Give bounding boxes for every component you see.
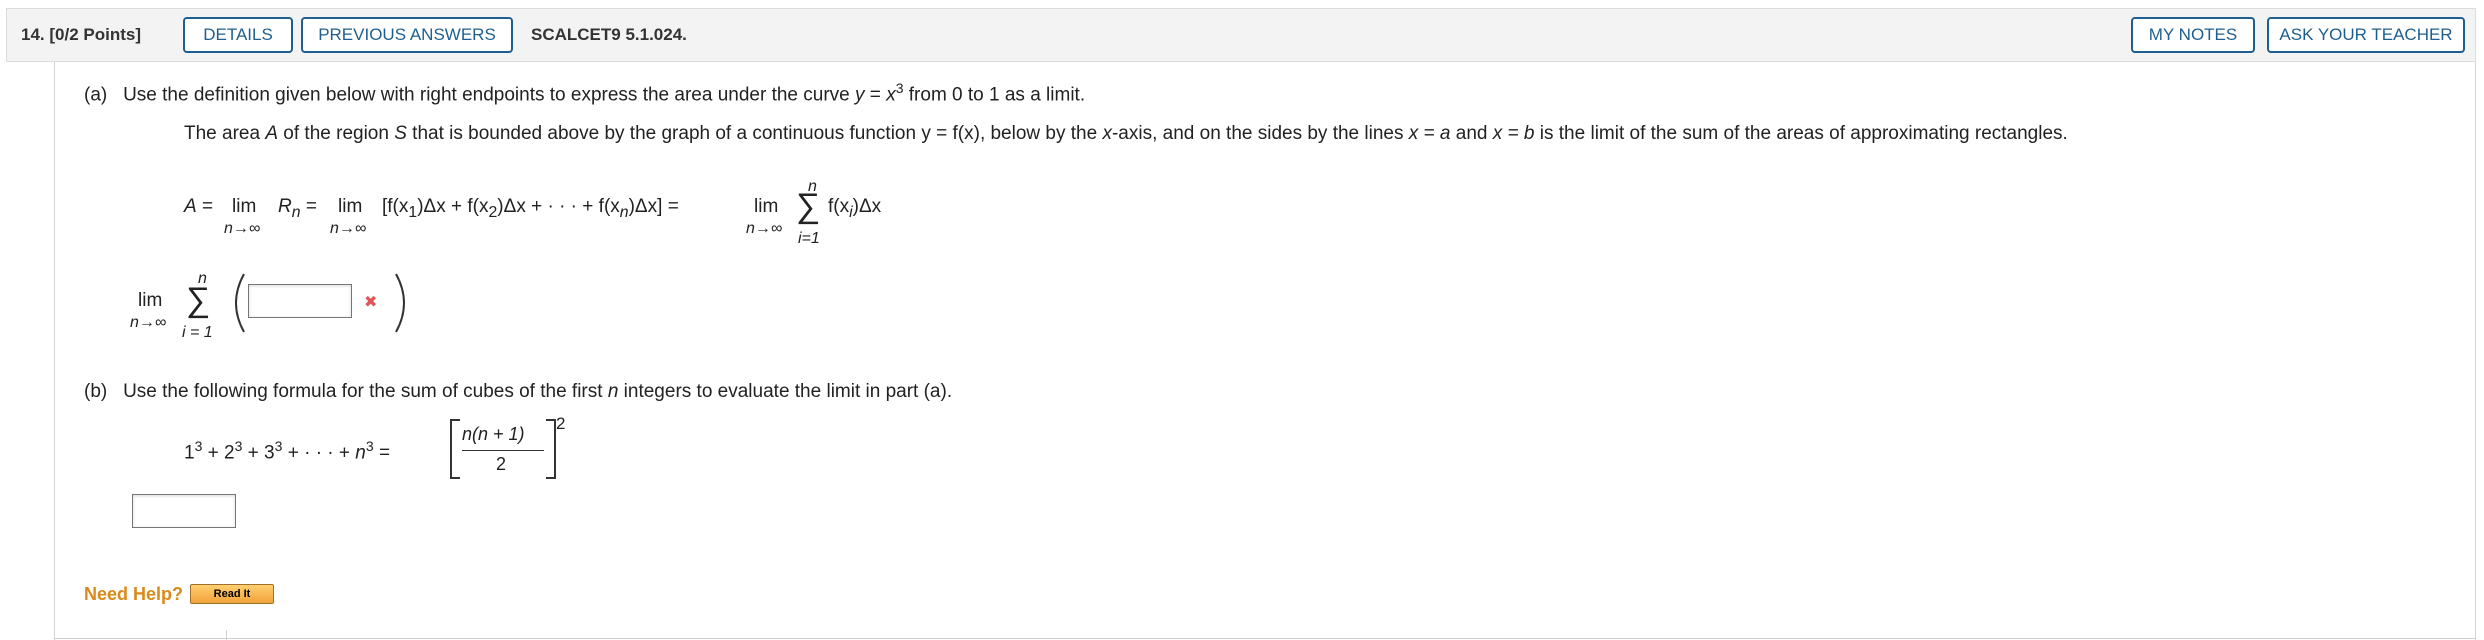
def-text-2: of the region bbox=[278, 123, 395, 144]
question-points: 14. [0/2 Points] bbox=[21, 25, 141, 45]
formula-lim-1-sub: n→∞ bbox=[224, 220, 261, 237]
question-body bbox=[54, 62, 2476, 640]
formula-sum-3: )Δx + · · · + f(x bbox=[497, 196, 620, 217]
part-b-label: (b) bbox=[84, 381, 108, 402]
def-function: y = f(x) bbox=[921, 123, 980, 144]
part-b-text-after: integers to evaluate the limit in part (… bbox=[623, 381, 953, 402]
fraction-bar bbox=[462, 450, 544, 451]
formula-eq3: = bbox=[667, 196, 679, 217]
formula-lim-2-sub: n→∞ bbox=[330, 220, 367, 237]
part-a-answer-input[interactable] bbox=[248, 284, 352, 318]
question-number: 14. bbox=[21, 25, 45, 44]
need-help-label: Need Help? bbox=[84, 584, 184, 604]
question-reference: SCALCET9 5.1.024. bbox=[531, 25, 687, 44]
part-b-n: n bbox=[607, 381, 619, 402]
def-text-7: is the limit of the sum of the areas of … bbox=[1534, 123, 2068, 144]
formula-lim-2: lim bbox=[338, 196, 363, 217]
def-text-4: , below by the bbox=[979, 123, 1103, 144]
formula-Rn-sub: n bbox=[291, 203, 301, 221]
formula-sum-1: [f(x bbox=[382, 196, 409, 217]
formula-sum-4: )Δx] bbox=[628, 196, 663, 217]
formula-A: A bbox=[184, 196, 197, 217]
left-bracket bbox=[450, 419, 460, 479]
def-text-6: and bbox=[1450, 123, 1493, 144]
def-A: A bbox=[265, 123, 279, 144]
divider bbox=[54, 638, 2476, 639]
formula-sub-2: 2 bbox=[488, 203, 498, 221]
my-notes-button[interactable]: MY NOTES bbox=[2131, 17, 2255, 53]
formula-sub-1: 1 bbox=[408, 203, 418, 221]
previous-answers-button[interactable]: PREVIOUS ANSWERS bbox=[301, 17, 513, 53]
def-text-5: -axis, and on the sides by the lines bbox=[1111, 123, 1409, 144]
answer-lim: lim bbox=[138, 290, 163, 311]
curve-var: y bbox=[855, 84, 865, 106]
formula-lim-1: lim bbox=[232, 196, 257, 217]
def-text-3: that is bounded above by the graph of a … bbox=[406, 123, 922, 144]
part-a-text-before: Use the definition given below with righ… bbox=[123, 84, 850, 106]
def-text-1: The area bbox=[184, 123, 266, 144]
def-xb: x = b bbox=[1492, 123, 1535, 144]
right-paren bbox=[395, 273, 405, 333]
incorrect-icon: ✖ bbox=[364, 294, 378, 311]
formula-sub-n: n bbox=[619, 203, 629, 221]
formula-term-end: )Δx bbox=[852, 196, 882, 217]
formula-lim-3-sub: n→∞ bbox=[746, 220, 783, 237]
part-b-instruction: (b) Use the following formula for the su… bbox=[84, 381, 952, 403]
cubes-denominator: 2 bbox=[496, 454, 507, 474]
formula-sigma: ∑ bbox=[796, 187, 821, 225]
cubes-1: 1 bbox=[184, 442, 195, 464]
formula-eq1: = bbox=[201, 196, 214, 217]
def-S: S bbox=[394, 123, 407, 144]
curve-expr: x bbox=[886, 84, 896, 106]
divider-tick bbox=[226, 630, 227, 640]
cubes-eq: = bbox=[373, 442, 391, 464]
curve-exp: 3 bbox=[895, 80, 904, 96]
cubes-n-exp: 3 bbox=[365, 438, 374, 454]
def-xaxis: x bbox=[1102, 123, 1112, 144]
formula-eq2: = bbox=[305, 196, 317, 217]
answer-sigma-bottom: i = 1 bbox=[182, 324, 213, 341]
def-xa: x = a bbox=[1408, 123, 1451, 144]
cubes-dots: + · · · + bbox=[282, 442, 356, 464]
ask-your-teacher-button[interactable]: ASK YOUR TEACHER bbox=[2267, 17, 2465, 53]
points-label: [0/2 Points] bbox=[49, 25, 141, 44]
part-a-instruction: (a) Use the definition given below with … bbox=[84, 80, 1085, 106]
area-definition: The area A of the region S that is bound… bbox=[184, 123, 2068, 145]
answer-sigma: ∑ bbox=[186, 281, 211, 319]
left-paren bbox=[235, 273, 245, 333]
cubes-2: + 2 bbox=[202, 442, 235, 464]
cubes-outer-exp: 2 bbox=[556, 414, 566, 433]
formula-Rn: R bbox=[278, 196, 292, 217]
part-b-answer-input[interactable] bbox=[132, 494, 236, 528]
part-b-text-before: Use the following formula for the sum of… bbox=[123, 381, 603, 402]
formula-term: f(x bbox=[828, 196, 850, 217]
part-a-label: (a) bbox=[84, 84, 108, 106]
details-button[interactable]: DETAILS bbox=[183, 17, 293, 53]
part-a-text-after: from 0 to 1 as a limit. bbox=[908, 84, 1086, 106]
answer-lim-sub: n→∞ bbox=[130, 314, 167, 331]
cubes-n: n bbox=[355, 442, 366, 464]
question-header: 14. [0/2 Points] DETAILS PREVIOUS ANSWER… bbox=[6, 8, 2476, 62]
curve-eq: = bbox=[864, 84, 887, 106]
read-it-button[interactable]: Read It bbox=[190, 584, 274, 604]
cubes-3: + 3 bbox=[242, 442, 275, 464]
formula-sum-2: )Δx + f(x bbox=[417, 196, 489, 217]
cubes-numerator: n(n + 1) bbox=[462, 424, 525, 444]
formula-lim-3: lim bbox=[754, 196, 779, 217]
formula-sigma-bottom: i=1 bbox=[798, 230, 820, 247]
